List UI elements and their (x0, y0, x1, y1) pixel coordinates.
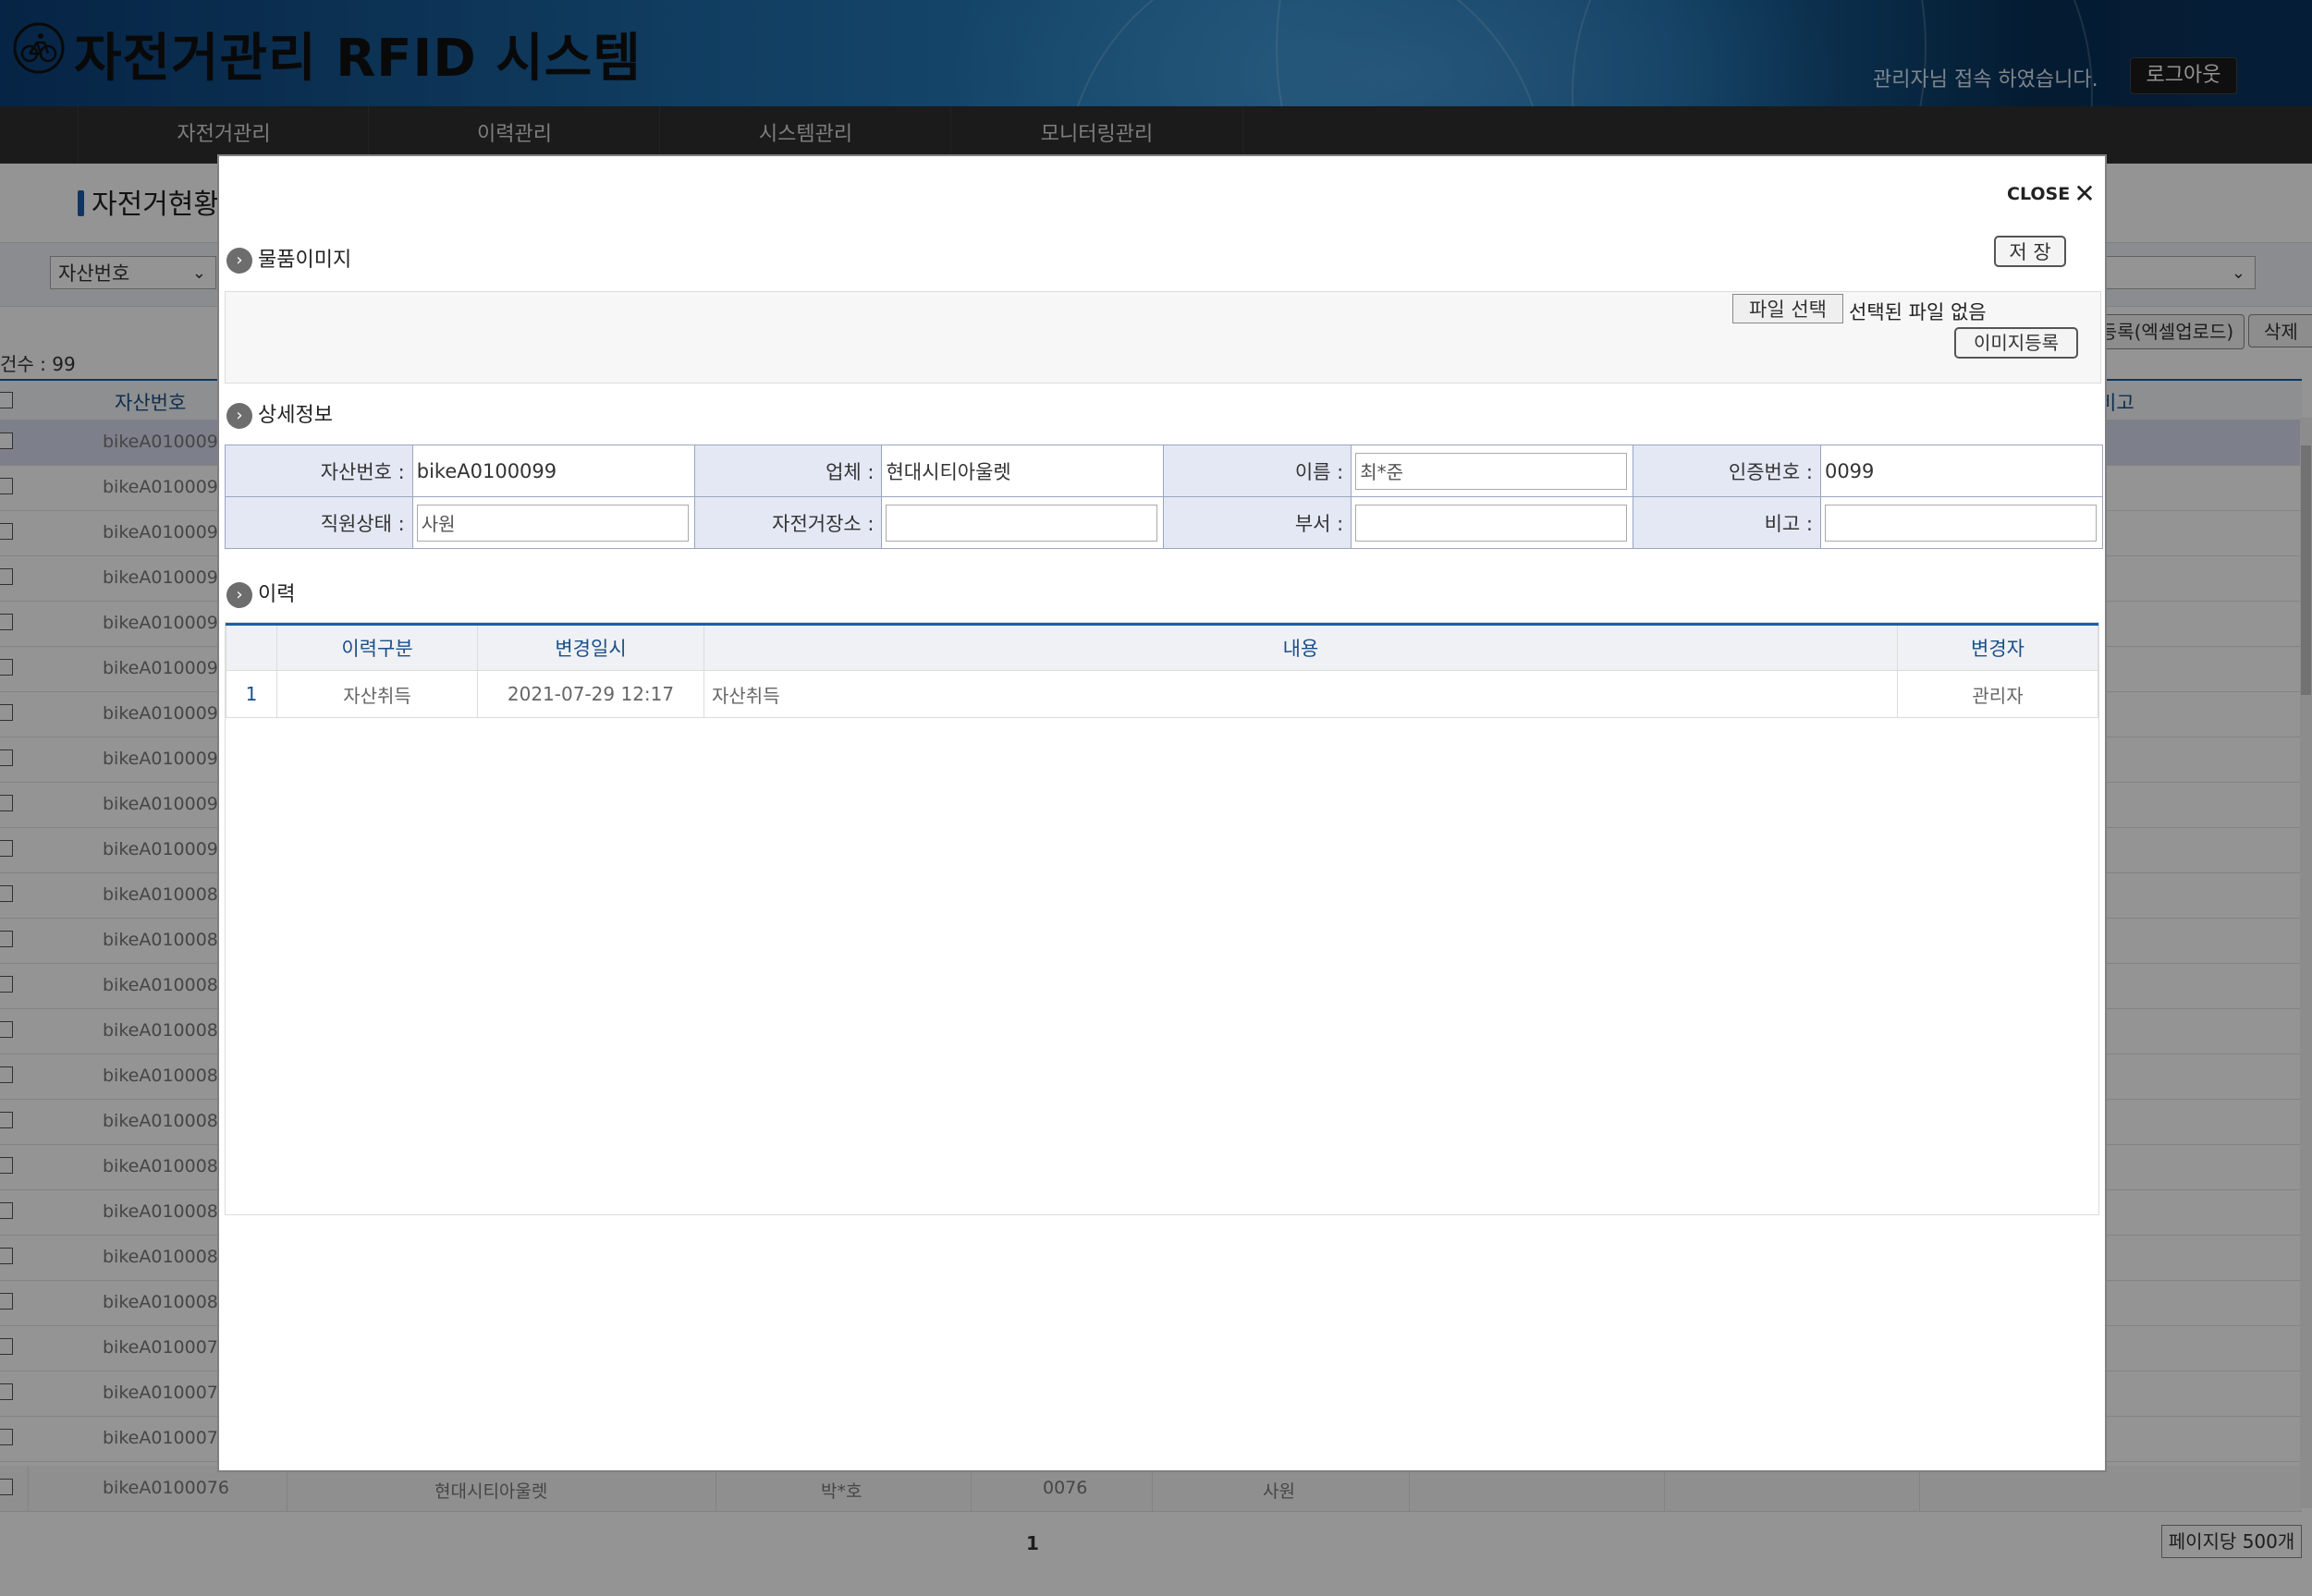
note-label: 비고 : (1633, 496, 1821, 549)
history-row-index: 1 (226, 670, 277, 718)
chevron-right-icon: › (226, 582, 252, 608)
department-label: 부서 : (1163, 496, 1352, 549)
bike-location-cell (881, 496, 1165, 549)
asset-number-value: bikeA0100099 (411, 445, 695, 497)
asset-number-label: 자산번호 : (225, 445, 413, 497)
history-col-content: 내용 (703, 624, 1898, 671)
close-label: CLOSE (2007, 184, 2071, 204)
name-cell (1351, 445, 1634, 497)
department-input[interactable] (1355, 504, 1628, 542)
bike-location-label: 자전거장소 : (693, 496, 883, 549)
image-section-heading: › 물품이미지 (226, 243, 351, 274)
file-status-text: 선택된 파일 없음 (1849, 301, 1987, 323)
image-section-title: 물품이미지 (258, 249, 352, 272)
department-cell (1351, 496, 1634, 549)
history-row-datetime: 2021-07-29 12:17 (477, 670, 704, 718)
bike-detail-modal: CLOSE ✕ 저 장 › 물품이미지 파일 선택 선택된 파일 없음 이미지등록 … (217, 154, 2107, 1472)
close-button[interactable]: CLOSE ✕ (2007, 178, 2096, 209)
history-row-type: 자산취득 (276, 670, 478, 718)
note-input[interactable] (1824, 504, 2097, 542)
employee-status-cell (411, 496, 695, 549)
history-col-index (226, 624, 277, 671)
history-table-container: 이력구분 변경일시 내용 변경자 1 자산취득 2021-07-29 12:17… (225, 622, 2099, 1215)
history-col-type: 이력구분 (276, 624, 478, 671)
note-cell (1819, 496, 2104, 549)
employee-status-input[interactable] (416, 504, 689, 542)
history-section-heading: › 이력 (226, 578, 295, 608)
history-col-datetime: 변경일시 (477, 624, 704, 671)
name-input[interactable] (1355, 452, 1628, 490)
history-row-changer: 관리자 (1897, 670, 2098, 718)
chevron-right-icon: › (226, 248, 252, 274)
detail-section-heading: › 상세정보 (226, 398, 333, 429)
chevron-right-icon: › (226, 403, 252, 429)
detail-section-title: 상세정보 (258, 404, 333, 427)
table-row[interactable]: 1 자산취득 2021-07-29 12:17 자산취득 관리자 (226, 670, 2098, 718)
history-col-changer: 변경자 (1897, 624, 2098, 671)
image-upload-area: 파일 선택 선택된 파일 없음 이미지등록 (225, 291, 2101, 384)
employee-status-label: 직원상태 : (225, 496, 413, 549)
save-button[interactable]: 저 장 (1994, 236, 2066, 267)
history-row-content: 자산취득 (703, 670, 1898, 718)
cert-number-label: 인증번호 : (1633, 445, 1821, 497)
name-label: 이름 : (1163, 445, 1352, 497)
image-register-button[interactable]: 이미지등록 (1954, 327, 2078, 359)
bike-location-input[interactable] (886, 504, 1158, 542)
detail-table: 자산번호 : bikeA0100099 업체 : 현대시티아울렛 이름 : 인증… (225, 445, 2104, 549)
history-section-title: 이력 (258, 583, 296, 606)
company-value: 현대시티아울렛 (881, 445, 1165, 497)
company-label: 업체 : (693, 445, 883, 497)
file-select-button[interactable]: 파일 선택 (1732, 294, 1843, 323)
cert-number-value: 0099 (1819, 445, 2104, 497)
history-table: 이력구분 변경일시 내용 변경자 1 자산취득 2021-07-29 12:17… (226, 623, 2098, 718)
close-icon: ✕ (2073, 178, 2096, 209)
